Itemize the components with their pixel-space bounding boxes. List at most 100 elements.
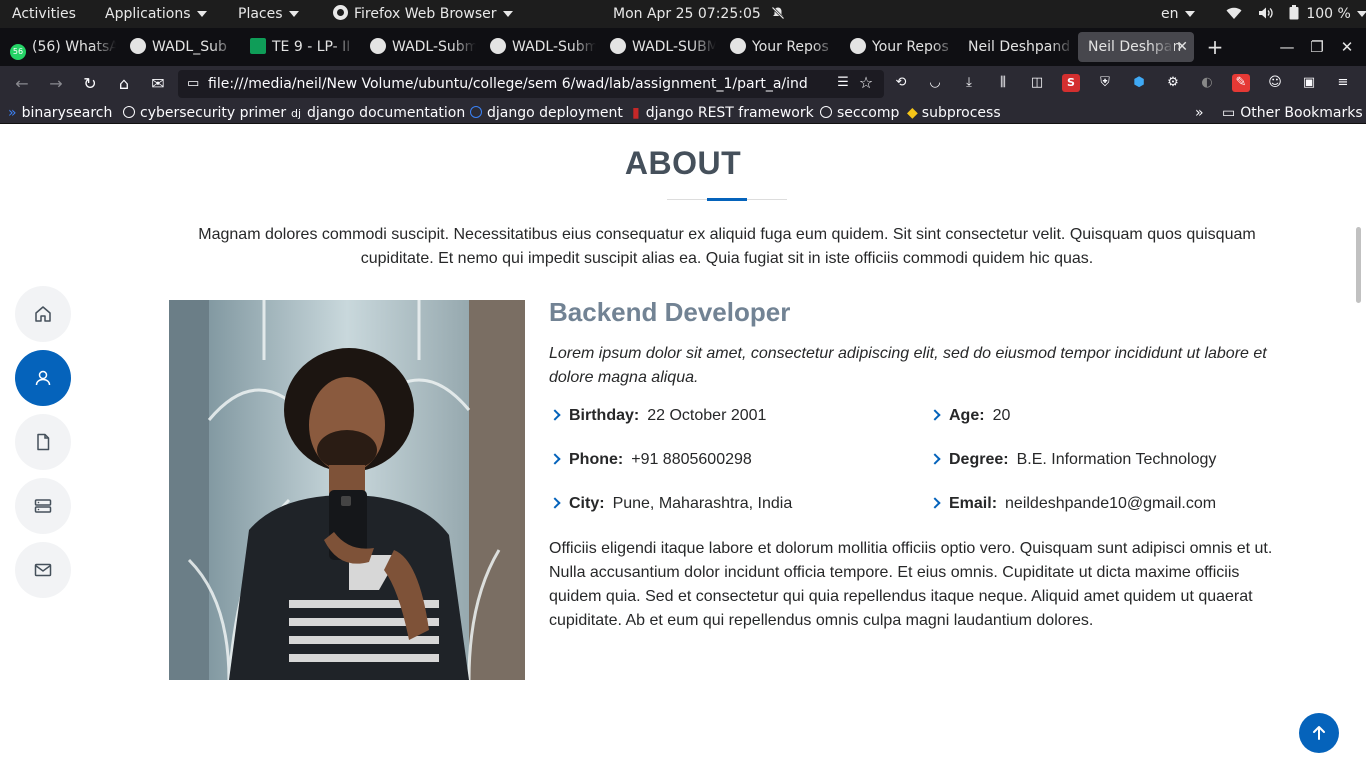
nav-home-button[interactable] [15, 286, 71, 342]
navigation-toolbar: ← → ↻ ⌂ ✉ ▭ file:///media/neil/New Volum… [0, 66, 1366, 102]
globe-icon [820, 106, 832, 118]
new-tab-button[interactable]: + [1200, 28, 1230, 66]
home-icon [35, 306, 51, 322]
system-menu[interactable]: 100 % [1226, 0, 1366, 28]
github-icon [610, 38, 626, 54]
page-info-icon[interactable]: ▭ [187, 70, 199, 98]
page-scrollbar[interactable] [1356, 227, 1361, 303]
volume-icon [1259, 7, 1274, 19]
info-value: B.E. Information Technology [1016, 451, 1217, 468]
chevron-down-icon [1184, 11, 1195, 17]
library-icon[interactable]: ⫼ [994, 74, 1012, 92]
reader-view-icon[interactable]: ☰ [834, 74, 852, 92]
chevron-right-icon [929, 453, 941, 465]
drf-icon: ▮ [632, 105, 640, 121]
info-label: Email: [949, 495, 998, 512]
bookmark-seccomp[interactable]: seccomp [820, 102, 899, 124]
info-label: Phone: [569, 451, 624, 468]
chevron-down-icon [288, 11, 299, 17]
minimize-icon[interactable]: — [1272, 28, 1302, 66]
info-age: Age: 20 [929, 404, 1010, 428]
tab-whatsapp[interactable]: 56 (56) WhatsA [0, 32, 116, 62]
envelope-icon [34, 563, 52, 577]
tab-wadl-sub[interactable]: WADL_Sub [120, 32, 236, 62]
close-tab-icon[interactable]: ✕ [1176, 32, 1188, 62]
extension-container-icon[interactable]: ▣ [1300, 74, 1318, 92]
tab-wadl-subm-3[interactable]: WADL-SUBM [600, 32, 716, 62]
binarysearch-icon: » [8, 105, 17, 121]
python-icon: ◆ [907, 105, 918, 121]
tab-your-repos[interactable]: Your Repos [720, 32, 836, 62]
bookmark-star-icon[interactable]: ☆ [857, 74, 875, 92]
back-icon[interactable]: ← [10, 72, 34, 96]
info-value: +91 8805600298 [631, 451, 752, 468]
info-value: 20 [992, 407, 1011, 424]
notifications-off-icon [771, 6, 785, 20]
extension-gear-icon[interactable]: ⚙ [1164, 74, 1182, 92]
bookmark-binarysearch[interactable]: » binarysearch [8, 102, 112, 124]
tab-wadl-subm-2[interactable]: WADL-Subm [480, 32, 596, 62]
chevron-right-icon [549, 409, 561, 421]
nav-services-button[interactable] [15, 478, 71, 534]
info-label: City: [569, 495, 605, 512]
window-close-icon[interactable]: ✕ [1332, 28, 1362, 66]
url-bar[interactable]: ▭ file:///media/neil/New Volume/ubuntu/c… [178, 70, 884, 98]
bookmark-drf[interactable]: ▮ django REST framework [632, 102, 814, 124]
sheets-icon [250, 38, 266, 54]
role-title: Backend Developer [549, 297, 791, 327]
tab-te9-lp[interactable]: TE 9 - LP- II [240, 32, 356, 62]
extension-s-icon[interactable]: S [1062, 74, 1080, 92]
info-degree: Degree: B.E. Information Technology [929, 448, 1216, 472]
other-bookmarks[interactable]: ▭ Other Bookmarks [1222, 102, 1363, 124]
extension-wand-icon[interactable]: ✎ [1232, 74, 1250, 92]
info-label: Birthday: [569, 407, 640, 424]
activities-button[interactable]: Activities [12, 0, 76, 28]
tab-wadl-subm[interactable]: WADL-Subm [360, 32, 476, 62]
language-menu[interactable]: en [1161, 0, 1195, 28]
history-icon[interactable]: ⟲ [892, 74, 910, 92]
applications-menu[interactable]: Applications [105, 0, 207, 28]
clock[interactable]: Mon Apr 25 07:25:05 [613, 0, 785, 28]
battery-icon [1289, 5, 1299, 20]
bookmark-label: cybersecurity primer [140, 105, 287, 121]
tab-neil-deshpande[interactable]: Neil Deshpand [958, 32, 1074, 62]
reload-icon[interactable]: ↻ [78, 72, 102, 96]
pocket-icon[interactable]: ◡ [926, 74, 944, 92]
url-text: file:///media/neil/New Volume/ubuntu/col… [208, 76, 808, 92]
forward-icon[interactable]: → [44, 72, 68, 96]
tab-strip: 56 (56) WhatsA WADL_Sub TE 9 - LP- II WAD… [0, 28, 1366, 66]
mail-icon[interactable]: ✉ [146, 72, 170, 96]
extension-disabled-icon[interactable]: ◐ [1198, 74, 1216, 92]
info-value: 22 October 2001 [647, 407, 767, 424]
bookmarks-toolbar: » binarysearch cybersecurity primer dj dja… [0, 102, 1366, 124]
nav-resume-button[interactable] [15, 414, 71, 470]
shield-extension-icon[interactable]: ⛨ [1096, 74, 1114, 92]
bookmark-django-docs[interactable]: dj django documentation [291, 102, 465, 124]
nav-contact-button[interactable] [15, 542, 71, 598]
tab-your-repos-2[interactable]: Your Repos [840, 32, 956, 62]
bookmark-django-deployment[interactable]: django deployment [470, 102, 623, 124]
user-icon [35, 370, 51, 386]
home-icon[interactable]: ⌂ [112, 72, 136, 96]
github-icon [490, 38, 506, 54]
back-to-top-button[interactable] [1299, 713, 1339, 753]
bookmark-subprocess[interactable]: ◆ subprocess [907, 102, 1001, 124]
sidebar-icon[interactable]: ◫ [1028, 74, 1046, 92]
bookmark-label: django documentation [307, 105, 466, 121]
extension-face-icon[interactable]: ☺ [1266, 74, 1284, 92]
app-menu[interactable]: Firefox Web Browser [333, 0, 513, 28]
places-menu[interactable]: Places [238, 0, 299, 28]
profile-photo-illustration [169, 300, 525, 680]
bookmarks-overflow-icon[interactable]: » [1195, 102, 1204, 124]
restore-icon[interactable]: ❐ [1302, 28, 1332, 66]
bookmark-cybersecurity[interactable]: cybersecurity primer [123, 102, 286, 124]
about-paragraph: Officiis eligendi itaque labore et dolor… [549, 540, 1273, 629]
language-label: en [1161, 6, 1179, 22]
menu-icon[interactable]: ≡ [1334, 74, 1352, 92]
nav-about-button[interactable] [15, 350, 71, 406]
arrow-up-icon [1313, 726, 1325, 740]
tab-neil-deshpande-active[interactable]: Neil Deshpan ✕ [1078, 32, 1194, 62]
downloads-icon[interactable]: ⤓ [960, 74, 978, 92]
extension-badge-icon[interactable]: ⬢ [1130, 74, 1148, 92]
chevron-right-icon [929, 497, 941, 509]
